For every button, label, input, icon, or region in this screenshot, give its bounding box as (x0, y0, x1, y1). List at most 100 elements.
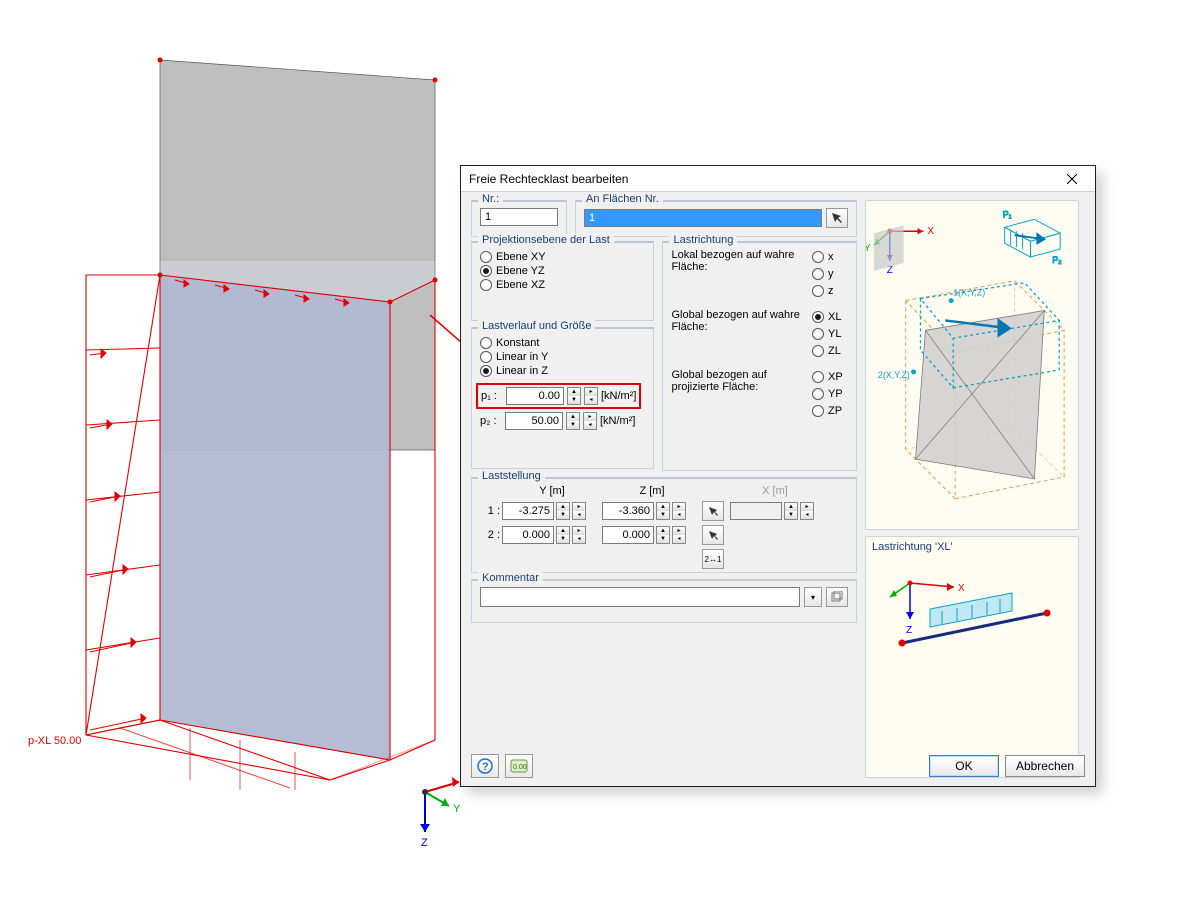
direction-diagram-panel: Lastrichtung 'XL' X Z (865, 536, 1079, 778)
comment-dropdown-button[interactable]: ▾ (804, 587, 822, 607)
units-button[interactable]: 0.00 (505, 754, 533, 778)
global-true-label: Global bezogen auf wahre Fläche: (671, 309, 804, 359)
z2-input[interactable] (602, 526, 654, 544)
on-surfaces-field[interactable]: 1 (584, 209, 822, 227)
svg-text:?: ? (482, 761, 489, 773)
svg-text:Z: Z (421, 837, 428, 849)
radio-linear-y[interactable]: Linear in Y (480, 351, 645, 363)
radio-plane-xy[interactable]: Ebene XY (480, 251, 645, 263)
radio-dir-zp[interactable]: ZP (812, 405, 848, 417)
y2-stepper[interactable]: ▸◂ (572, 526, 586, 544)
p1-spinner[interactable]: ▲▼ (567, 387, 581, 405)
p2-stepper[interactable]: ▸◂ (583, 412, 597, 430)
p1-stepper[interactable]: ▸◂ (584, 387, 598, 405)
load-distribution-group: Lastverlauf und Größe Konstant Linear in… (471, 327, 654, 469)
radio-plane-xz[interactable]: Ebene XZ (480, 279, 645, 291)
y1-spinner[interactable]: ▲▼ (556, 502, 570, 520)
z1-spinner[interactable]: ▲▼ (656, 502, 670, 520)
y1-stepper[interactable]: ▸◂ (572, 502, 586, 520)
direction-diagram: X Z (872, 553, 1072, 673)
cursor-icon (708, 530, 719, 541)
radio-dir-xl[interactable]: XL (812, 311, 848, 323)
p1-label: p₁ : (481, 390, 503, 402)
pick-point-1-button[interactable] (702, 501, 724, 521)
row2-label: 2 : (480, 529, 502, 541)
cancel-button[interactable]: Abbrechen (1005, 755, 1085, 777)
dialog-footer: ? 0.00 OK Abbrechen (471, 754, 1085, 778)
radio-linear-z[interactable]: Linear in Z (480, 365, 645, 377)
dialog-title: Freie Rechtecklast bearbeiten (469, 172, 1053, 186)
help-button[interactable]: ? (471, 754, 499, 778)
svg-text:P₁: P₁ (1003, 209, 1012, 219)
on-surfaces-legend: An Flächen Nr. (582, 193, 663, 205)
load-direction-legend: Lastrichtung (669, 234, 737, 246)
dialog-titlebar[interactable]: Freie Rechtecklast bearbeiten (461, 166, 1095, 192)
global-proj-label: Global bezogen auf projizierte Fläche: (671, 369, 804, 419)
z1-input[interactable] (602, 502, 654, 520)
p1-highlight: p₁ : ▲▼ ▸◂ [kN/m²] (476, 383, 641, 409)
number-group: Nr.: 1 (471, 200, 567, 237)
cursor-icon (708, 506, 719, 517)
svg-text:Z: Z (906, 625, 912, 636)
load-position-legend: Laststellung (478, 470, 545, 482)
x1-input (730, 502, 782, 520)
y1-input[interactable] (502, 502, 554, 520)
units-icon: 0.00 (510, 759, 528, 773)
svg-text:X: X (958, 583, 965, 594)
load-diagram-panel: X Y Z (865, 200, 1079, 530)
radio-plane-yz[interactable]: Ebene YZ (480, 265, 645, 277)
direction-diagram-title: Lastrichtung 'XL' (872, 541, 1072, 553)
radio-constant[interactable]: Konstant (480, 337, 645, 349)
radio-dir-xp[interactable]: XP (812, 371, 848, 383)
pick-icon (831, 212, 843, 224)
radio-dir-zl[interactable]: ZL (812, 345, 848, 357)
p1-input[interactable] (506, 387, 564, 405)
close-button[interactable] (1053, 168, 1091, 190)
svg-text:0.00: 0.00 (513, 764, 527, 771)
help-icon: ? (477, 758, 493, 774)
ok-button[interactable]: OK (929, 755, 999, 777)
y2-input[interactable] (502, 526, 554, 544)
radio-dir-x[interactable]: x (812, 251, 848, 263)
svg-text:X: X (927, 226, 934, 237)
svg-text:Y: Y (453, 803, 460, 815)
pick-point-2-button[interactable] (702, 525, 724, 545)
projection-plane-group: Projektionsebene der Last Ebene XY Ebene… (471, 241, 654, 321)
edit-free-rectangular-load-dialog: Freie Rechtecklast bearbeiten Nr.: 1 An … (460, 165, 1096, 787)
p1-unit: [kN/m²] (601, 390, 636, 402)
radio-dir-z[interactable]: z (812, 285, 848, 297)
swap-points-button[interactable]: 2↔1 (702, 549, 724, 569)
radio-dir-y[interactable]: y (812, 268, 848, 280)
local-true-label: Lokal bezogen auf wahre Fläche: (671, 249, 804, 299)
p2-label: p₂ : (480, 415, 502, 427)
p2-spinner[interactable]: ▲▼ (566, 412, 580, 430)
load-distribution-legend: Lastverlauf und Größe (478, 320, 595, 332)
radio-dir-yp[interactable]: YP (812, 388, 848, 400)
z2-spinner[interactable]: ▲▼ (656, 526, 670, 544)
comment-library-button[interactable] (826, 587, 848, 607)
model-viewport[interactable]: X Y Z p-XL 50.00 (0, 0, 460, 900)
load-position-group: Laststellung Y [m] Z [m] X [m] 1 : ▲▼▸◂ … (471, 477, 857, 573)
y2-spinner[interactable]: ▲▼ (556, 526, 570, 544)
number-legend: Nr.: (478, 193, 503, 205)
col-z-header: Z [m] (602, 485, 702, 497)
svg-text:1(X,Y,Z): 1(X,Y,Z) (953, 288, 985, 298)
p2-input[interactable] (505, 412, 563, 430)
load-number-field[interactable]: 1 (480, 208, 558, 226)
close-icon (1067, 174, 1077, 184)
svg-text:2(X,Y,Z): 2(X,Y,Z) (878, 370, 910, 380)
comment-input[interactable] (480, 587, 800, 607)
col-y-header: Y [m] (502, 485, 602, 497)
radio-dir-yl[interactable]: YL (812, 328, 848, 340)
x1-spinner: ▲▼ (784, 502, 798, 520)
z1-stepper[interactable]: ▸◂ (672, 502, 686, 520)
col-x-header: X [m] (730, 485, 820, 497)
svg-text:P₂: P₂ (1052, 255, 1062, 265)
z2-stepper[interactable]: ▸◂ (672, 526, 686, 544)
load-direction-group: Lastrichtung Lokal bezogen auf wahre Flä… (662, 241, 857, 471)
pick-surfaces-button[interactable] (826, 208, 848, 228)
load-diagram: X Y Z (866, 201, 1078, 529)
on-surfaces-group: An Flächen Nr. 1 (575, 200, 857, 237)
row1-label: 1 : (480, 505, 502, 517)
comment-group: Kommentar ▾ (471, 579, 857, 623)
